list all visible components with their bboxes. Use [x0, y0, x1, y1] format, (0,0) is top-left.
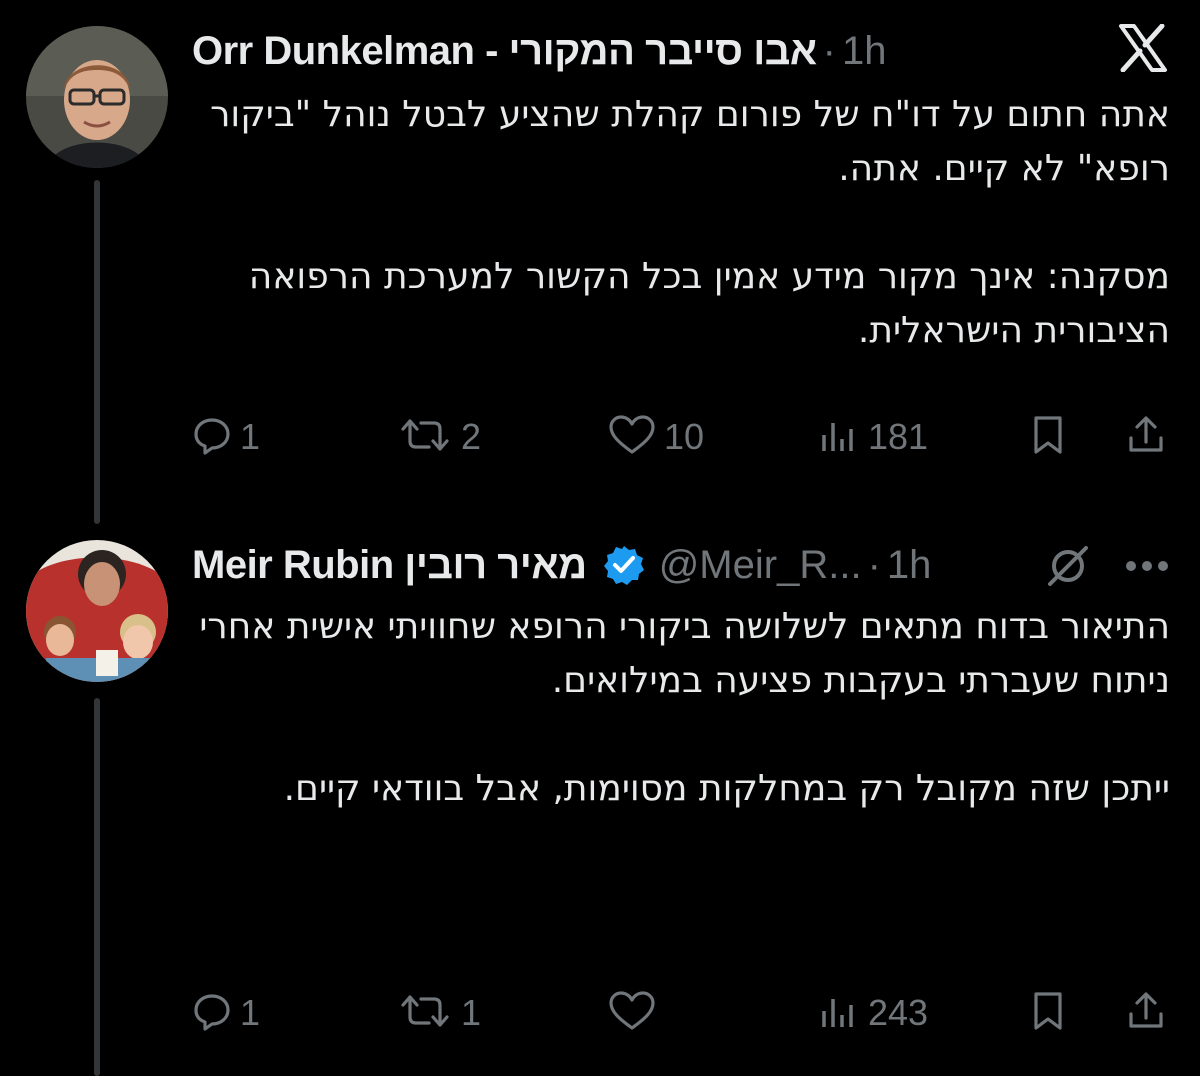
views-count: 243	[868, 992, 929, 1033]
reply-icon	[192, 415, 232, 459]
x-logo-icon[interactable]	[1118, 23, 1168, 76]
tweet-header: Meir Rubin מאיר רובין @Meir_R... · 1h	[192, 540, 931, 590]
like-button[interactable]: 10	[608, 412, 704, 462]
tweet-paragraph: התיאור בדוח מתאים לשלושה ביקורי הרופא שח…	[199, 606, 1170, 701]
timestamp[interactable]: 1h	[887, 543, 932, 588]
thread-connector-line	[94, 698, 100, 1076]
avatar[interactable]	[26, 26, 168, 168]
views-button[interactable]: 243	[818, 988, 928, 1038]
tweet-actions: 1 2 10 181	[192, 412, 1172, 462]
more-icon[interactable]	[1124, 558, 1170, 577]
heart-icon	[608, 414, 656, 460]
bookmark-button[interactable]	[1030, 412, 1066, 462]
repost-count: 1	[461, 992, 482, 1033]
tweet-paragraph: ייתכן שזה מקובל רק במחלקות מסוימות, אבל …	[283, 768, 1170, 809]
views-button[interactable]: 181	[818, 412, 928, 462]
avatar[interactable]	[26, 540, 168, 682]
handle[interactable]: @Meir_R...	[659, 543, 862, 588]
share-icon	[1126, 414, 1166, 460]
tweet-text: אתה חתום על דו"ח של פורום קהלת שהציע לבט…	[192, 88, 1170, 358]
bookmark-icon	[1030, 414, 1066, 460]
reply-count: 1	[240, 416, 261, 457]
reply-icon	[192, 991, 232, 1035]
verified-badge-icon	[603, 544, 645, 586]
tweet-paragraph: מסקנה: אינך מקור מידע אמין בכל הקשור למע…	[248, 256, 1170, 351]
heart-icon	[608, 990, 656, 1036]
tweet-paragraph: אתה חתום על דו"ח של פורום קהלת שהציע לבט…	[210, 94, 1170, 189]
repost-button[interactable]: 1	[397, 988, 481, 1038]
bookmark-icon	[1030, 990, 1066, 1036]
thread-connector-line	[94, 180, 100, 524]
share-button[interactable]	[1126, 412, 1166, 462]
display-name[interactable]: Orr Dunkelman - אבו סייבר המקורי	[192, 29, 817, 74]
views-icon	[818, 415, 860, 459]
separator-dot: ·	[867, 542, 881, 587]
share-icon	[1126, 990, 1166, 1036]
reply-button[interactable]: 1	[192, 988, 260, 1038]
tweet-actions: 1 1 243	[192, 988, 1172, 1038]
bookmark-button[interactable]	[1030, 988, 1066, 1038]
repost-count: 2	[461, 416, 482, 457]
repost-button[interactable]: 2	[397, 412, 481, 462]
views-count: 181	[868, 416, 929, 457]
reply-button[interactable]: 1	[192, 412, 260, 462]
like-count: 10	[664, 416, 705, 457]
timestamp[interactable]: 1h	[842, 29, 887, 74]
grok-icon[interactable]	[1044, 544, 1092, 592]
reply-count: 1	[240, 992, 261, 1033]
tweet-text: התיאור בדוח מתאים לשלושה ביקורי הרופא שח…	[192, 600, 1170, 816]
display-name[interactable]: Meir Rubin מאיר רובין	[192, 543, 587, 588]
share-button[interactable]	[1126, 988, 1166, 1038]
repost-icon	[397, 991, 453, 1035]
views-icon	[818, 991, 860, 1035]
repost-icon	[397, 415, 453, 459]
like-button[interactable]	[608, 988, 664, 1038]
separator-dot: ·	[822, 28, 836, 73]
tweet-header: Orr Dunkelman - אבו סייבר המקורי · 1h	[192, 26, 886, 76]
